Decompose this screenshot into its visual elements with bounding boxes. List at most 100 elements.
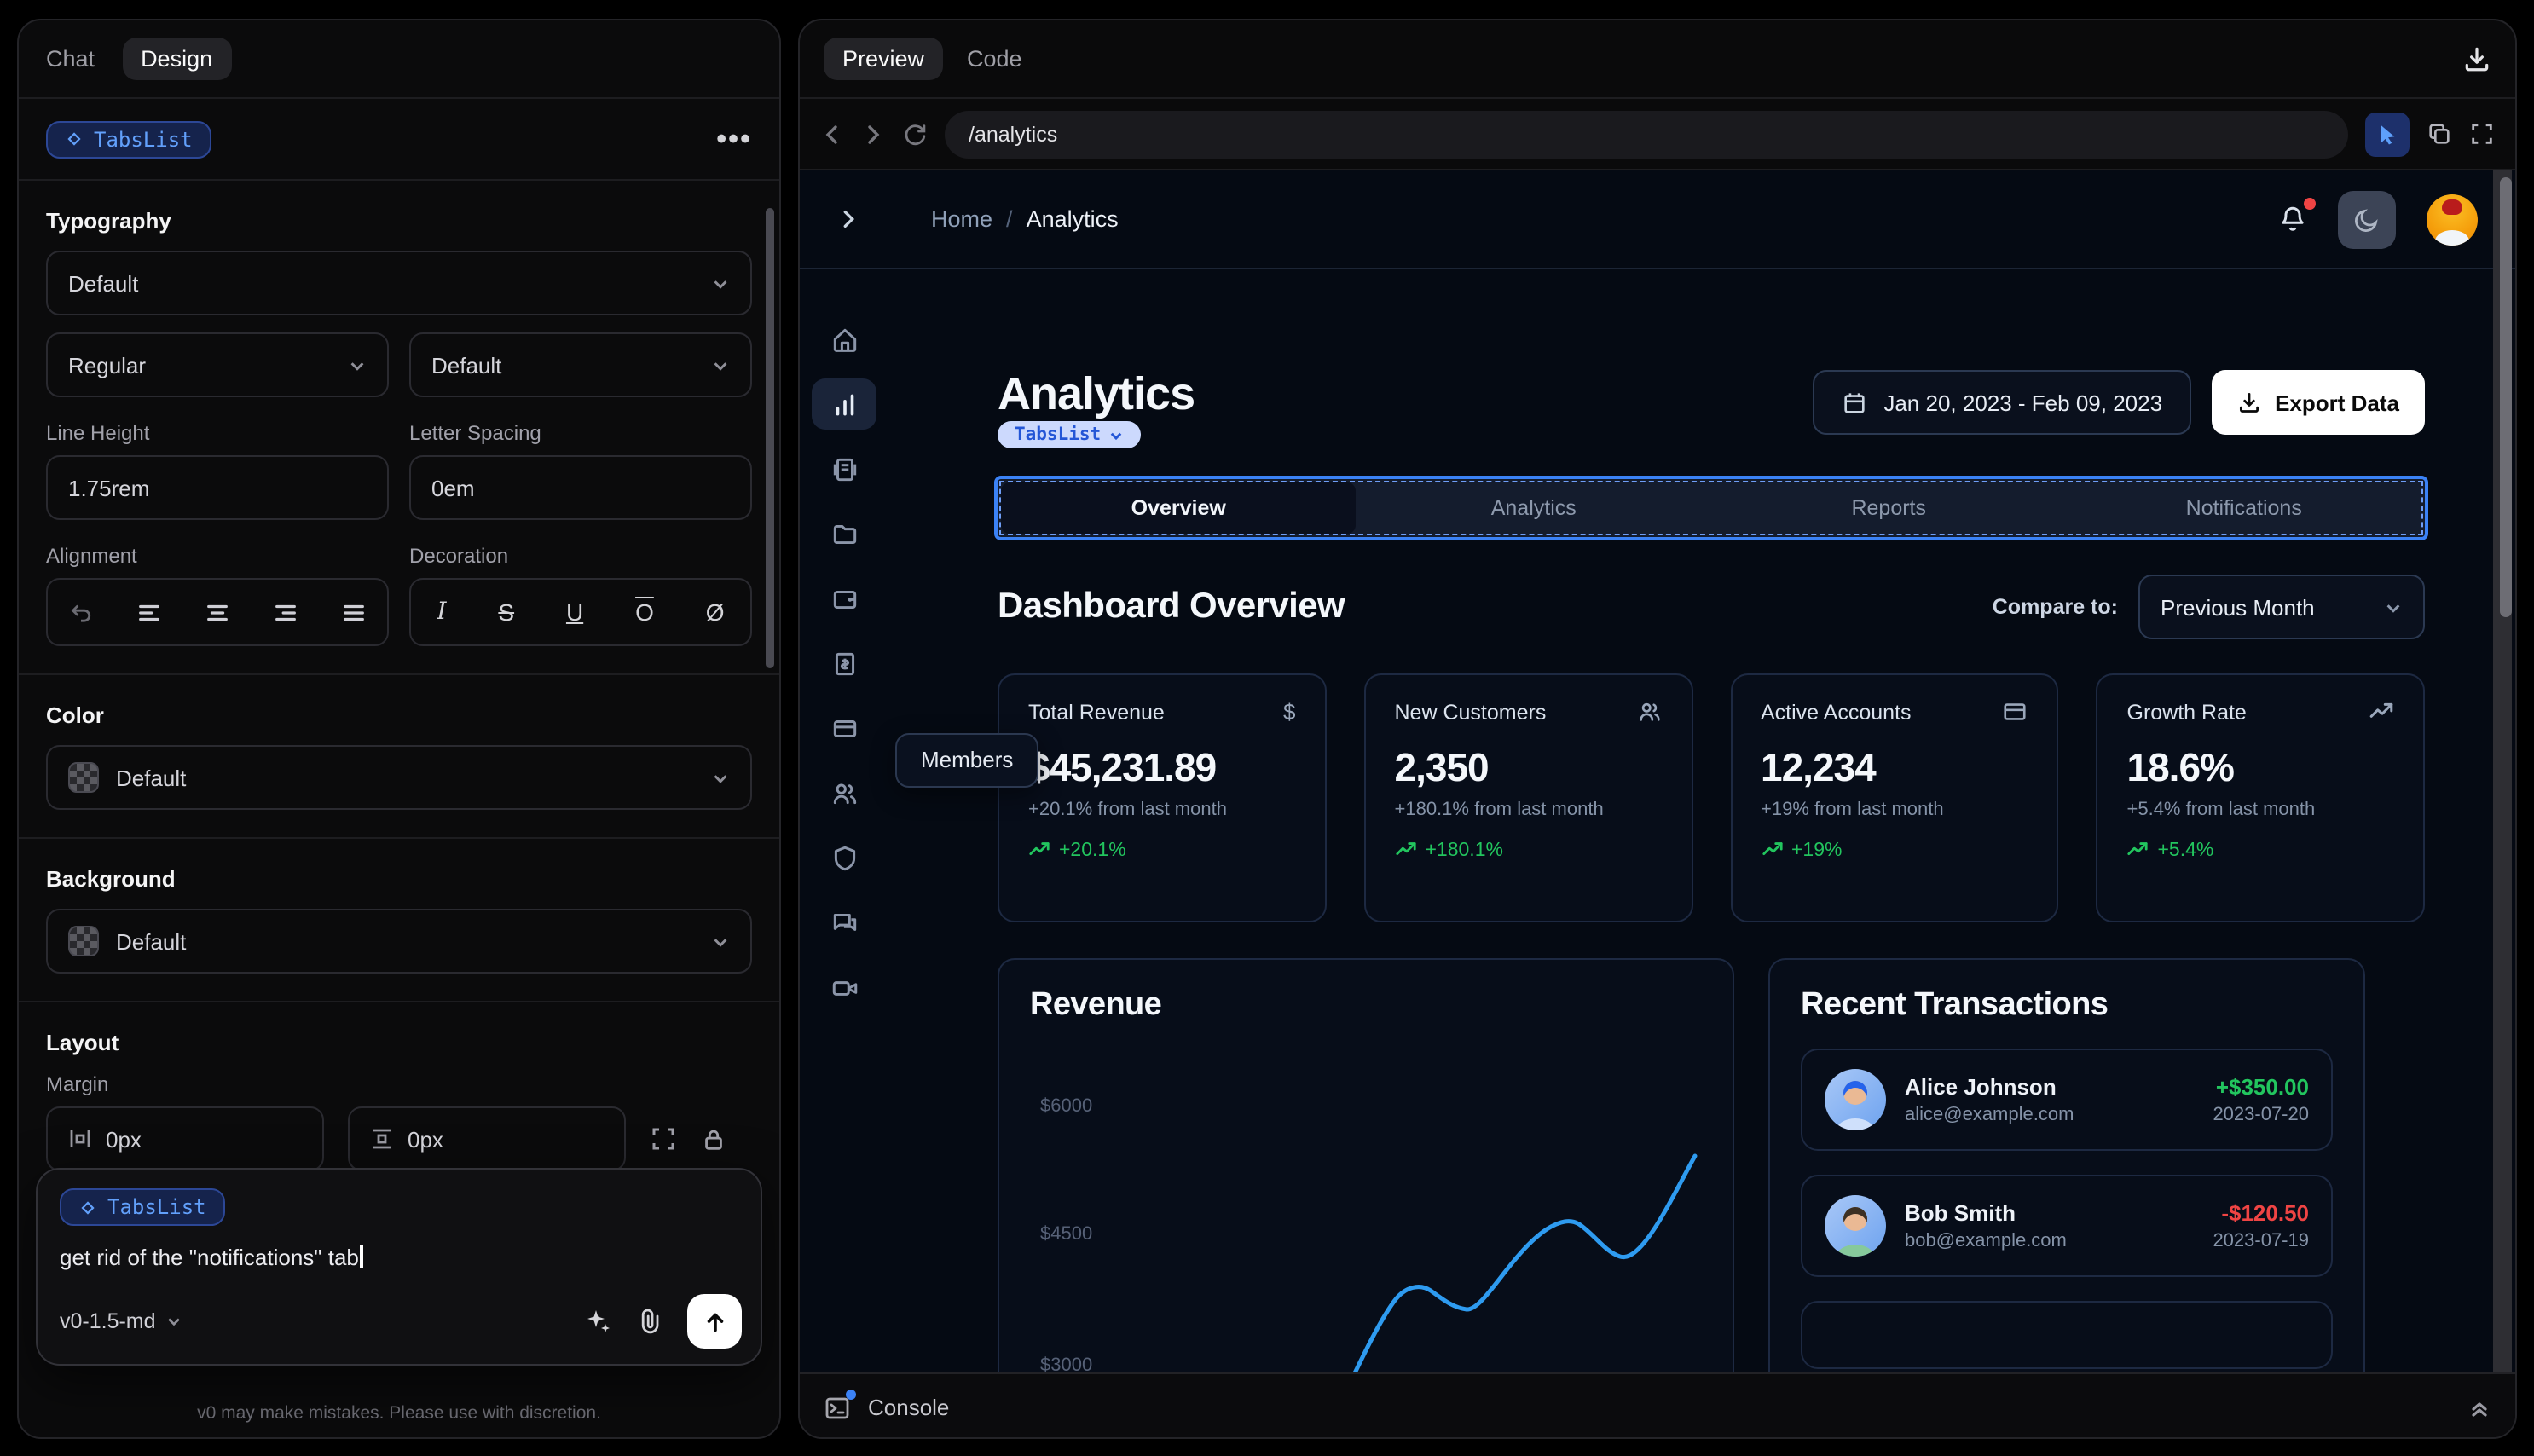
app-header: Home / Analytics [800,170,2515,269]
console-bar[interactable]: Console [800,1372,2515,1437]
line-height-input[interactable]: 1.75rem [46,455,389,520]
nav-video-icon[interactable] [812,962,876,1013]
trend-up-icon [2127,839,2149,861]
page-title: Analytics [998,368,1195,419]
model-selector[interactable]: v0-1.5-md [60,1309,183,1333]
nav-messages-icon[interactable] [812,897,876,948]
background-select[interactable]: Default [46,909,752,974]
prompt-input[interactable]: get rid of the "notifications" tab [60,1245,738,1270]
text-caret [360,1245,363,1268]
url-bar[interactable]: /analytics [945,110,2348,158]
forward-icon[interactable] [861,122,885,146]
divider [19,673,779,675]
refresh-icon[interactable] [902,121,928,147]
color-select[interactable]: Default [46,745,752,810]
expand-values-icon[interactable] [650,1125,677,1153]
alignment-group [46,578,389,646]
component-chip-tabslist[interactable]: TabsList [46,120,211,158]
date-range-button[interactable]: Jan 20, 2023 - Feb 09, 2023 [1812,370,2192,435]
chevron-down-icon [711,355,730,374]
dollar-icon: $ [1283,699,1296,725]
italic-icon[interactable]: I [437,598,446,626]
nav-security-icon[interactable] [812,832,876,883]
margin-y-input[interactable]: 0px [348,1106,626,1171]
selected-component-row: TabsList ••• [19,99,779,181]
transaction-row[interactable]: Alice Johnson alice@example.com +$350.00… [1801,1049,2333,1151]
font-weight-select[interactable]: Regular [46,332,389,397]
transaction-date: 2023-07-19 [2213,1231,2309,1251]
tab-code[interactable]: Code [967,46,1022,72]
align-right-icon[interactable] [273,599,298,625]
enhance-prompt-icon[interactable] [585,1308,612,1335]
divider [19,837,779,839]
download-icon[interactable] [2462,44,2491,73]
trend-up-icon [1028,839,1050,861]
letter-spacing-input[interactable]: 0em [409,455,752,520]
fullscreen-icon[interactable] [2469,121,2495,147]
margin-x-input[interactable]: 0px [46,1106,324,1171]
breadcrumb-home[interactable]: Home [931,206,992,232]
tab-reports[interactable]: Reports [1711,482,2067,534]
chevron-down-icon [711,932,730,950]
expand-console-icon[interactable] [2467,1395,2491,1419]
send-button[interactable] [687,1294,742,1349]
nav-cards-icon[interactable] [812,702,876,754]
attach-file-icon[interactable] [636,1308,663,1335]
background-section-title: Background [46,866,176,892]
tab-chat[interactable]: Chat [46,46,95,72]
strikethrough-icon[interactable]: S [498,598,514,626]
no-decoration-icon[interactable]: Ø [706,598,725,626]
align-center-icon[interactable] [205,599,230,625]
tab-analytics[interactable]: Analytics [1357,482,1712,534]
nav-members-icon[interactable] [812,767,876,818]
stat-card-active-accounts: Active Accounts 12,234 +19% from last mo… [1730,673,2059,922]
tab-overview[interactable]: Overview [1001,482,1357,534]
console-activity-dot [846,1389,856,1399]
typography-section-title: Typography [46,208,171,234]
diamond-icon [65,130,84,148]
font-size-select[interactable]: Default [409,332,752,397]
v0-workspace: Chat Design TabsList ••• Typography Defa… [0,0,2534,1456]
preview-scrollbar-thumb[interactable] [2500,177,2512,617]
align-justify-icon[interactable] [340,599,366,625]
terminal-icon [824,1389,856,1421]
letter-spacing-label: Letter Spacing [409,421,541,445]
composer-component-chip[interactable]: TabsList [60,1188,225,1226]
overline-icon[interactable]: O [635,598,654,626]
transaction-row[interactable]: Bob Smith bob@example.com -$120.50 2023-… [1801,1175,2333,1277]
compare-select[interactable]: Previous Month [2138,575,2425,639]
lock-icon[interactable] [701,1126,726,1152]
breadcrumb-current: Analytics [1026,206,1119,232]
nav-billing-icon[interactable] [812,638,876,689]
tab-preview[interactable]: Preview [824,38,944,80]
more-menu-button[interactable]: ••• [716,122,752,156]
align-left-icon[interactable] [136,599,162,625]
nav-home-icon[interactable] [812,314,876,365]
prompt-composer[interactable]: TabsList get rid of the "notifications" … [36,1168,762,1366]
nav-analytics-icon[interactable] [812,378,876,430]
tab-design[interactable]: Design [122,38,232,80]
nav-wallet-icon[interactable] [812,573,876,624]
notification-dot [2304,198,2316,210]
theme-toggle-button[interactable] [2338,190,2396,248]
font-family-select[interactable]: Default [46,251,752,315]
tab-notifications[interactable]: Notifications [2067,482,2422,534]
copy-icon[interactable] [2427,121,2452,147]
reset-alignment-icon[interactable] [69,599,95,625]
margin-label: Margin [46,1072,109,1096]
disclaimer-text: v0 may make mistakes. Please use with di… [197,1403,601,1424]
panel-scrollbar[interactable] [766,208,774,668]
underline-icon[interactable]: U [566,598,583,626]
notifications-bell-icon[interactable] [2278,198,2316,234]
user-avatar[interactable] [2427,194,2478,245]
transaction-date: 2023-07-20 [2213,1105,2309,1125]
back-icon[interactable] [820,122,844,146]
selected-component-pill[interactable]: TabsList [998,421,1141,448]
sidebar-toggle-icon[interactable] [837,208,859,230]
export-data-button[interactable]: Export Data [2212,370,2425,435]
nav-files-icon[interactable] [812,508,876,559]
margin-horizontal-icon [68,1127,92,1151]
design-settings: Typography Default Regular Default Line … [19,181,779,1294]
select-element-button[interactable] [2365,112,2410,156]
nav-invoices-icon[interactable] [812,443,876,494]
